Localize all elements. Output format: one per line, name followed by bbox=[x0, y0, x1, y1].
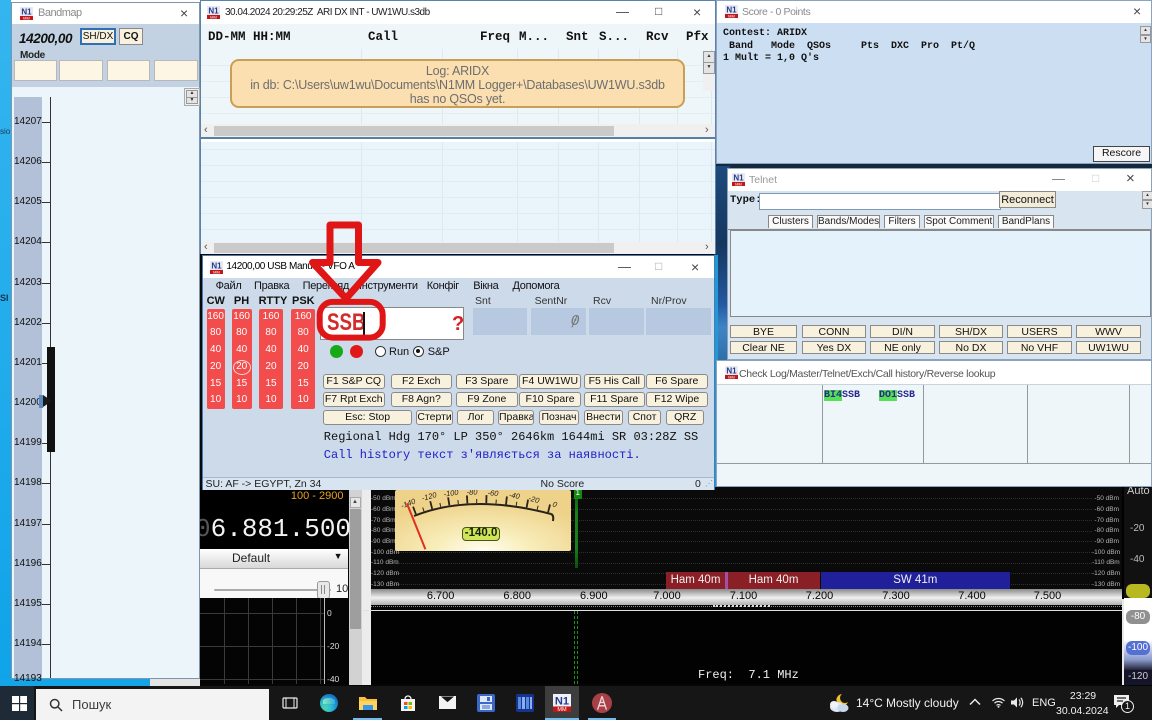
svg-text:-20: -20 bbox=[527, 493, 541, 505]
svg-text:MM: MM bbox=[728, 374, 735, 379]
svg-text:-100: -100 bbox=[442, 490, 459, 499]
svg-text:-120: -120 bbox=[420, 490, 438, 503]
svg-text:MM: MM bbox=[210, 14, 217, 19]
svg-text:MM: MM bbox=[728, 13, 735, 18]
svg-text:MM: MM bbox=[213, 269, 220, 274]
svg-text:-40: -40 bbox=[508, 490, 521, 501]
svg-text:-80: -80 bbox=[466, 490, 478, 497]
svg-text:MM: MM bbox=[23, 15, 30, 20]
svg-text:-60: -60 bbox=[487, 490, 499, 498]
svg-text:MM: MM bbox=[557, 707, 567, 712]
svg-text:MM: MM bbox=[735, 181, 742, 186]
svg-text:N1: N1 bbox=[555, 695, 569, 707]
svg-text:0: 0 bbox=[551, 499, 559, 509]
